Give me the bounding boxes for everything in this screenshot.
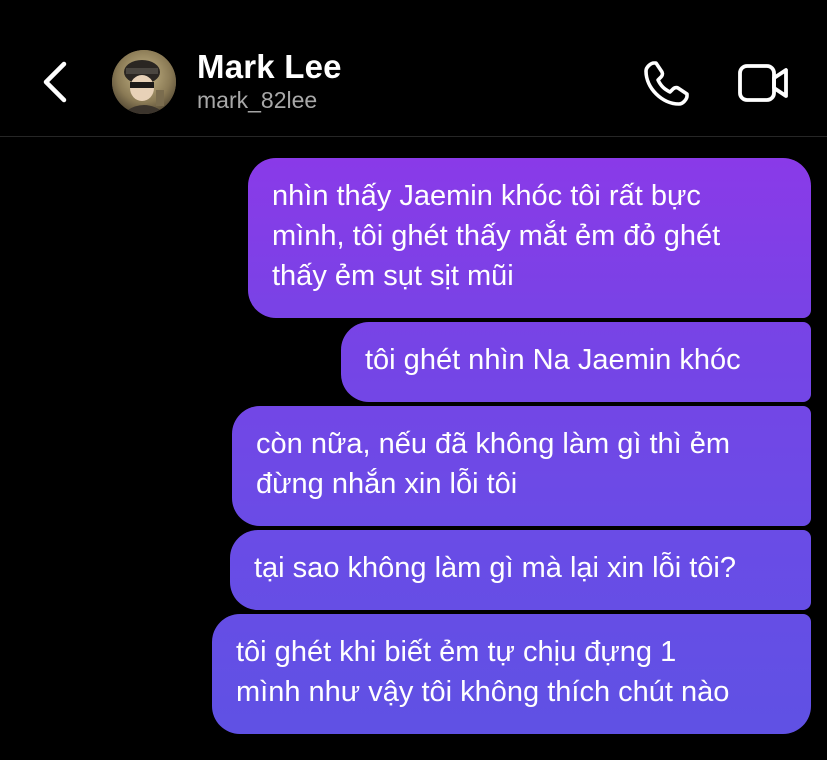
contact-name: Mark Lee [197,48,342,85]
message-bubble[interactable]: tôi ghét khi biết ẻm tự chịu đựng 1 mình… [212,614,811,734]
chat-header: Mark Lee mark_82lee [0,0,827,137]
video-call-button[interactable] [736,60,792,106]
message-text: tôi ghét khi biết ẻm tự chịu đựng 1 mình… [236,636,730,708]
chevron-left-icon [43,61,67,103]
phone-icon [644,61,689,106]
message-bubble[interactable]: nhìn thấy Jaemin khóc tôi rất bực mình, … [248,158,811,318]
back-button[interactable] [34,54,78,110]
message-text: tại sao không làm gì mà lại xin lỗi tôi? [254,552,736,584]
message-bubble[interactable]: tôi ghét nhìn Na Jaemin khóc [341,322,811,402]
message-bubble[interactable]: tại sao không làm gì mà lại xin lỗi tôi? [230,530,811,610]
contact-info[interactable]: Mark Lee mark_82lee [197,46,342,114]
message-text: còn nữa, nếu đã không làm gì thì ẻm đừng… [256,428,731,500]
message-text: tôi ghét nhìn Na Jaemin khóc [365,344,741,376]
contact-username: mark_82lee [197,87,318,113]
profile-photo-icon [112,50,176,114]
avatar[interactable] [112,50,176,114]
video-camera-icon [738,64,788,102]
message-thread[interactable]: nhìn thấy Jaemin khóc tôi rất bực mình, … [0,137,827,760]
audio-call-button[interactable] [640,58,692,110]
message-bubble[interactable]: còn nữa, nếu đã không làm gì thì ẻm đừng… [232,406,811,526]
message-text: nhìn thấy Jaemin khóc tôi rất bực mình, … [272,180,721,292]
